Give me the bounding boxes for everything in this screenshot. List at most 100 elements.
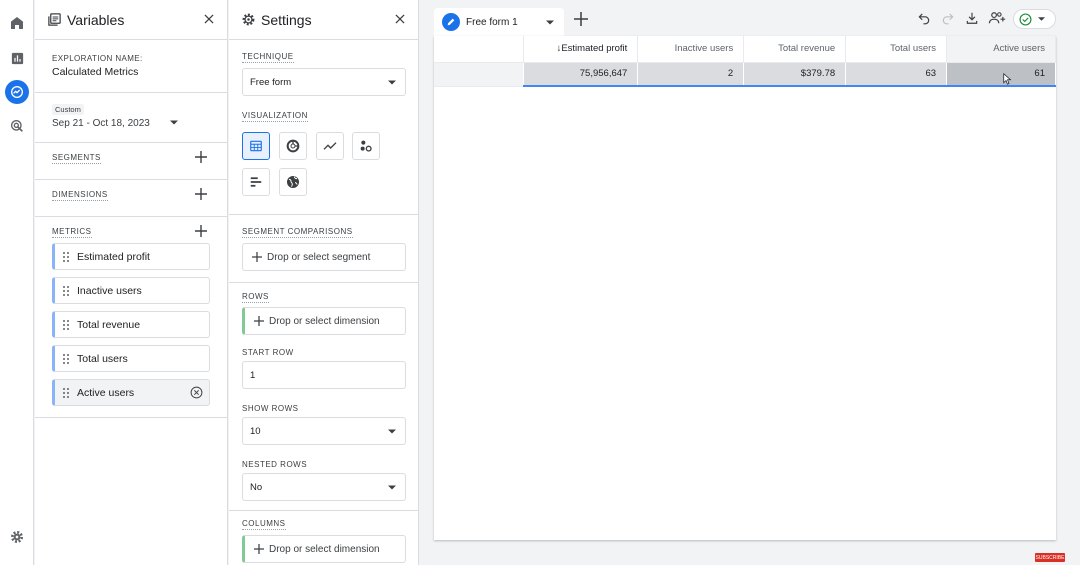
- date-range-value[interactable]: Sep 21 - Oct 18, 2023: [52, 118, 150, 129]
- column-header-inactive-users[interactable]: Inactive users: [637, 36, 745, 63]
- columns-dropzone-label: Drop or select dimension: [269, 543, 380, 555]
- table-header-row: ↓Estimated profit Inactive users Total r…: [434, 36, 1056, 63]
- variables-header: Variables: [35, 0, 227, 40]
- metric-chip-active-users[interactable]: Active users: [52, 379, 210, 406]
- close-variables-icon[interactable]: [202, 12, 216, 26]
- exploration-name-input[interactable]: Calculated Metrics: [52, 66, 138, 78]
- metric-chip-label: Active users: [77, 386, 135, 399]
- show-rows-select[interactable]: 10: [242, 417, 406, 445]
- table-cell-total-revenue[interactable]: $379.78: [743, 62, 847, 87]
- table-icon: [249, 139, 263, 153]
- bar-chart-icon: [249, 175, 263, 189]
- line-chart-icon: [322, 138, 338, 154]
- table-cell-total-users[interactable]: 63: [845, 62, 948, 87]
- table-cell-estimated-profit[interactable]: 75,956,647: [523, 62, 639, 87]
- add-dimension-icon[interactable]: [195, 188, 207, 200]
- columns-section: COLUMNS Drop or select dimension: [229, 510, 418, 565]
- viz-table-button[interactable]: [242, 132, 270, 160]
- check-circle-icon: [1019, 12, 1032, 26]
- plus-icon: [254, 544, 264, 554]
- segment-dropzone[interactable]: Drop or select segment: [242, 243, 406, 271]
- donut-chart-icon: [285, 138, 301, 154]
- table-cell-inactive-users[interactable]: 2: [637, 62, 745, 87]
- metric-chip-estimated-profit[interactable]: Estimated profit: [52, 243, 210, 270]
- home-icon[interactable]: [5, 11, 29, 35]
- variables-title: Variables: [67, 11, 125, 28]
- metric-chip-total-revenue[interactable]: Total revenue: [52, 311, 210, 338]
- rows-dropzone-label: Drop or select dimension: [269, 315, 380, 327]
- rows-settings-section: ROWS Drop or select dimension START ROW …: [229, 283, 418, 510]
- metric-chip-total-users[interactable]: Total users: [52, 345, 210, 372]
- show-rows-label: SHOW ROWS: [242, 404, 299, 413]
- metric-chip-label: Estimated profit: [77, 250, 150, 263]
- table-row: 75,956,647 2 $379.78 63 61: [434, 62, 1056, 87]
- exploration-canvas: Free form 1 ↓Estimated profit Inactive u…: [420, 0, 1080, 565]
- technique-visualization-section: TECHNIQUE Free form VISUALIZATION: [229, 40, 418, 215]
- metrics-section: METRICS Estimated profit Inactive users …: [35, 217, 227, 418]
- column-header-estimated-profit[interactable]: ↓Estimated profit: [523, 36, 639, 63]
- scatter-plot-icon: [358, 138, 374, 154]
- add-metric-icon[interactable]: [195, 225, 207, 237]
- save-status-button[interactable]: [1013, 9, 1056, 29]
- technique-label: TECHNIQUE: [242, 52, 294, 63]
- variables-icon: [47, 12, 62, 27]
- download-icon[interactable]: [965, 11, 979, 25]
- technique-value: Free form: [250, 76, 292, 88]
- redo-icon[interactable]: [941, 11, 955, 25]
- left-nav-rail: [0, 0, 34, 565]
- metric-chip-inactive-users[interactable]: Inactive users: [52, 277, 210, 304]
- start-row-input[interactable]: 1: [242, 361, 406, 389]
- share-users-icon[interactable]: [988, 11, 1006, 25]
- drag-handle-icon[interactable]: [63, 285, 69, 296]
- nested-rows-select[interactable]: No: [242, 473, 406, 501]
- plus-icon: [254, 316, 264, 326]
- segment-dropzone-label: Drop or select segment: [267, 251, 371, 263]
- chevron-down-icon[interactable]: [546, 20, 554, 25]
- explore-icon[interactable]: [5, 80, 29, 104]
- metric-chip-label: Total users: [77, 352, 128, 365]
- visualization-label: VISUALIZATION: [242, 111, 308, 122]
- date-dropdown-caret-icon[interactable]: [170, 120, 178, 125]
- reports-icon[interactable]: [5, 46, 29, 70]
- globe-icon: [285, 174, 301, 190]
- row-dimension-header: [434, 36, 525, 63]
- segment-comparisons-section: SEGMENT COMPARISONS Drop or select segme…: [229, 215, 418, 283]
- remove-metric-icon[interactable]: [190, 386, 203, 399]
- table-cell-active-users[interactable]: 61: [946, 62, 1056, 87]
- exploration-name-section: EXPLORATION NAME: Calculated Metrics: [35, 40, 227, 93]
- metric-chip-label: Inactive users: [77, 284, 142, 297]
- add-segment-icon[interactable]: [195, 151, 207, 163]
- drag-handle-icon[interactable]: [63, 387, 69, 398]
- viz-line-button[interactable]: [316, 132, 344, 160]
- chevron-down-icon: [388, 80, 396, 85]
- columns-dropzone[interactable]: Drop or select dimension: [242, 535, 406, 563]
- viz-bar-button[interactable]: [242, 168, 270, 196]
- add-tab-icon[interactable]: [574, 12, 588, 26]
- admin-gear-icon[interactable]: [5, 525, 29, 549]
- rows-dropzone[interactable]: Drop or select dimension: [242, 307, 406, 335]
- advertising-icon[interactable]: [5, 114, 29, 138]
- settings-gear-icon: [241, 12, 256, 27]
- segment-comparisons-label: SEGMENT COMPARISONS: [242, 227, 353, 238]
- column-header-active-users[interactable]: Active users: [946, 36, 1056, 63]
- drag-handle-icon[interactable]: [63, 319, 69, 330]
- plus-icon: [252, 252, 262, 262]
- tab-label: Free form 1: [466, 16, 518, 28]
- free-form-table-card: ↓Estimated profit Inactive users Total r…: [434, 36, 1056, 540]
- date-range-section[interactable]: Custom Sep 21 - Oct 18, 2023: [35, 93, 227, 143]
- viz-donut-button[interactable]: [279, 132, 307, 160]
- dimensions-label: DIMENSIONS: [52, 190, 108, 201]
- column-header-total-users[interactable]: Total users: [845, 36, 948, 63]
- viz-geo-button[interactable]: [279, 168, 307, 196]
- tab-free-form-1[interactable]: Free form 1: [434, 8, 564, 36]
- undo-icon[interactable]: [917, 11, 931, 25]
- results-table: ↓Estimated profit Inactive users Total r…: [434, 36, 1056, 87]
- start-row-value: 1: [250, 369, 256, 381]
- segments-label: SEGMENTS: [52, 153, 101, 164]
- column-header-total-revenue[interactable]: Total revenue: [743, 36, 847, 63]
- drag-handle-icon[interactable]: [63, 251, 69, 262]
- drag-handle-icon[interactable]: [63, 353, 69, 364]
- technique-select[interactable]: Free form: [242, 68, 406, 96]
- close-settings-icon[interactable]: [393, 12, 407, 26]
- viz-scatter-button[interactable]: [352, 132, 380, 160]
